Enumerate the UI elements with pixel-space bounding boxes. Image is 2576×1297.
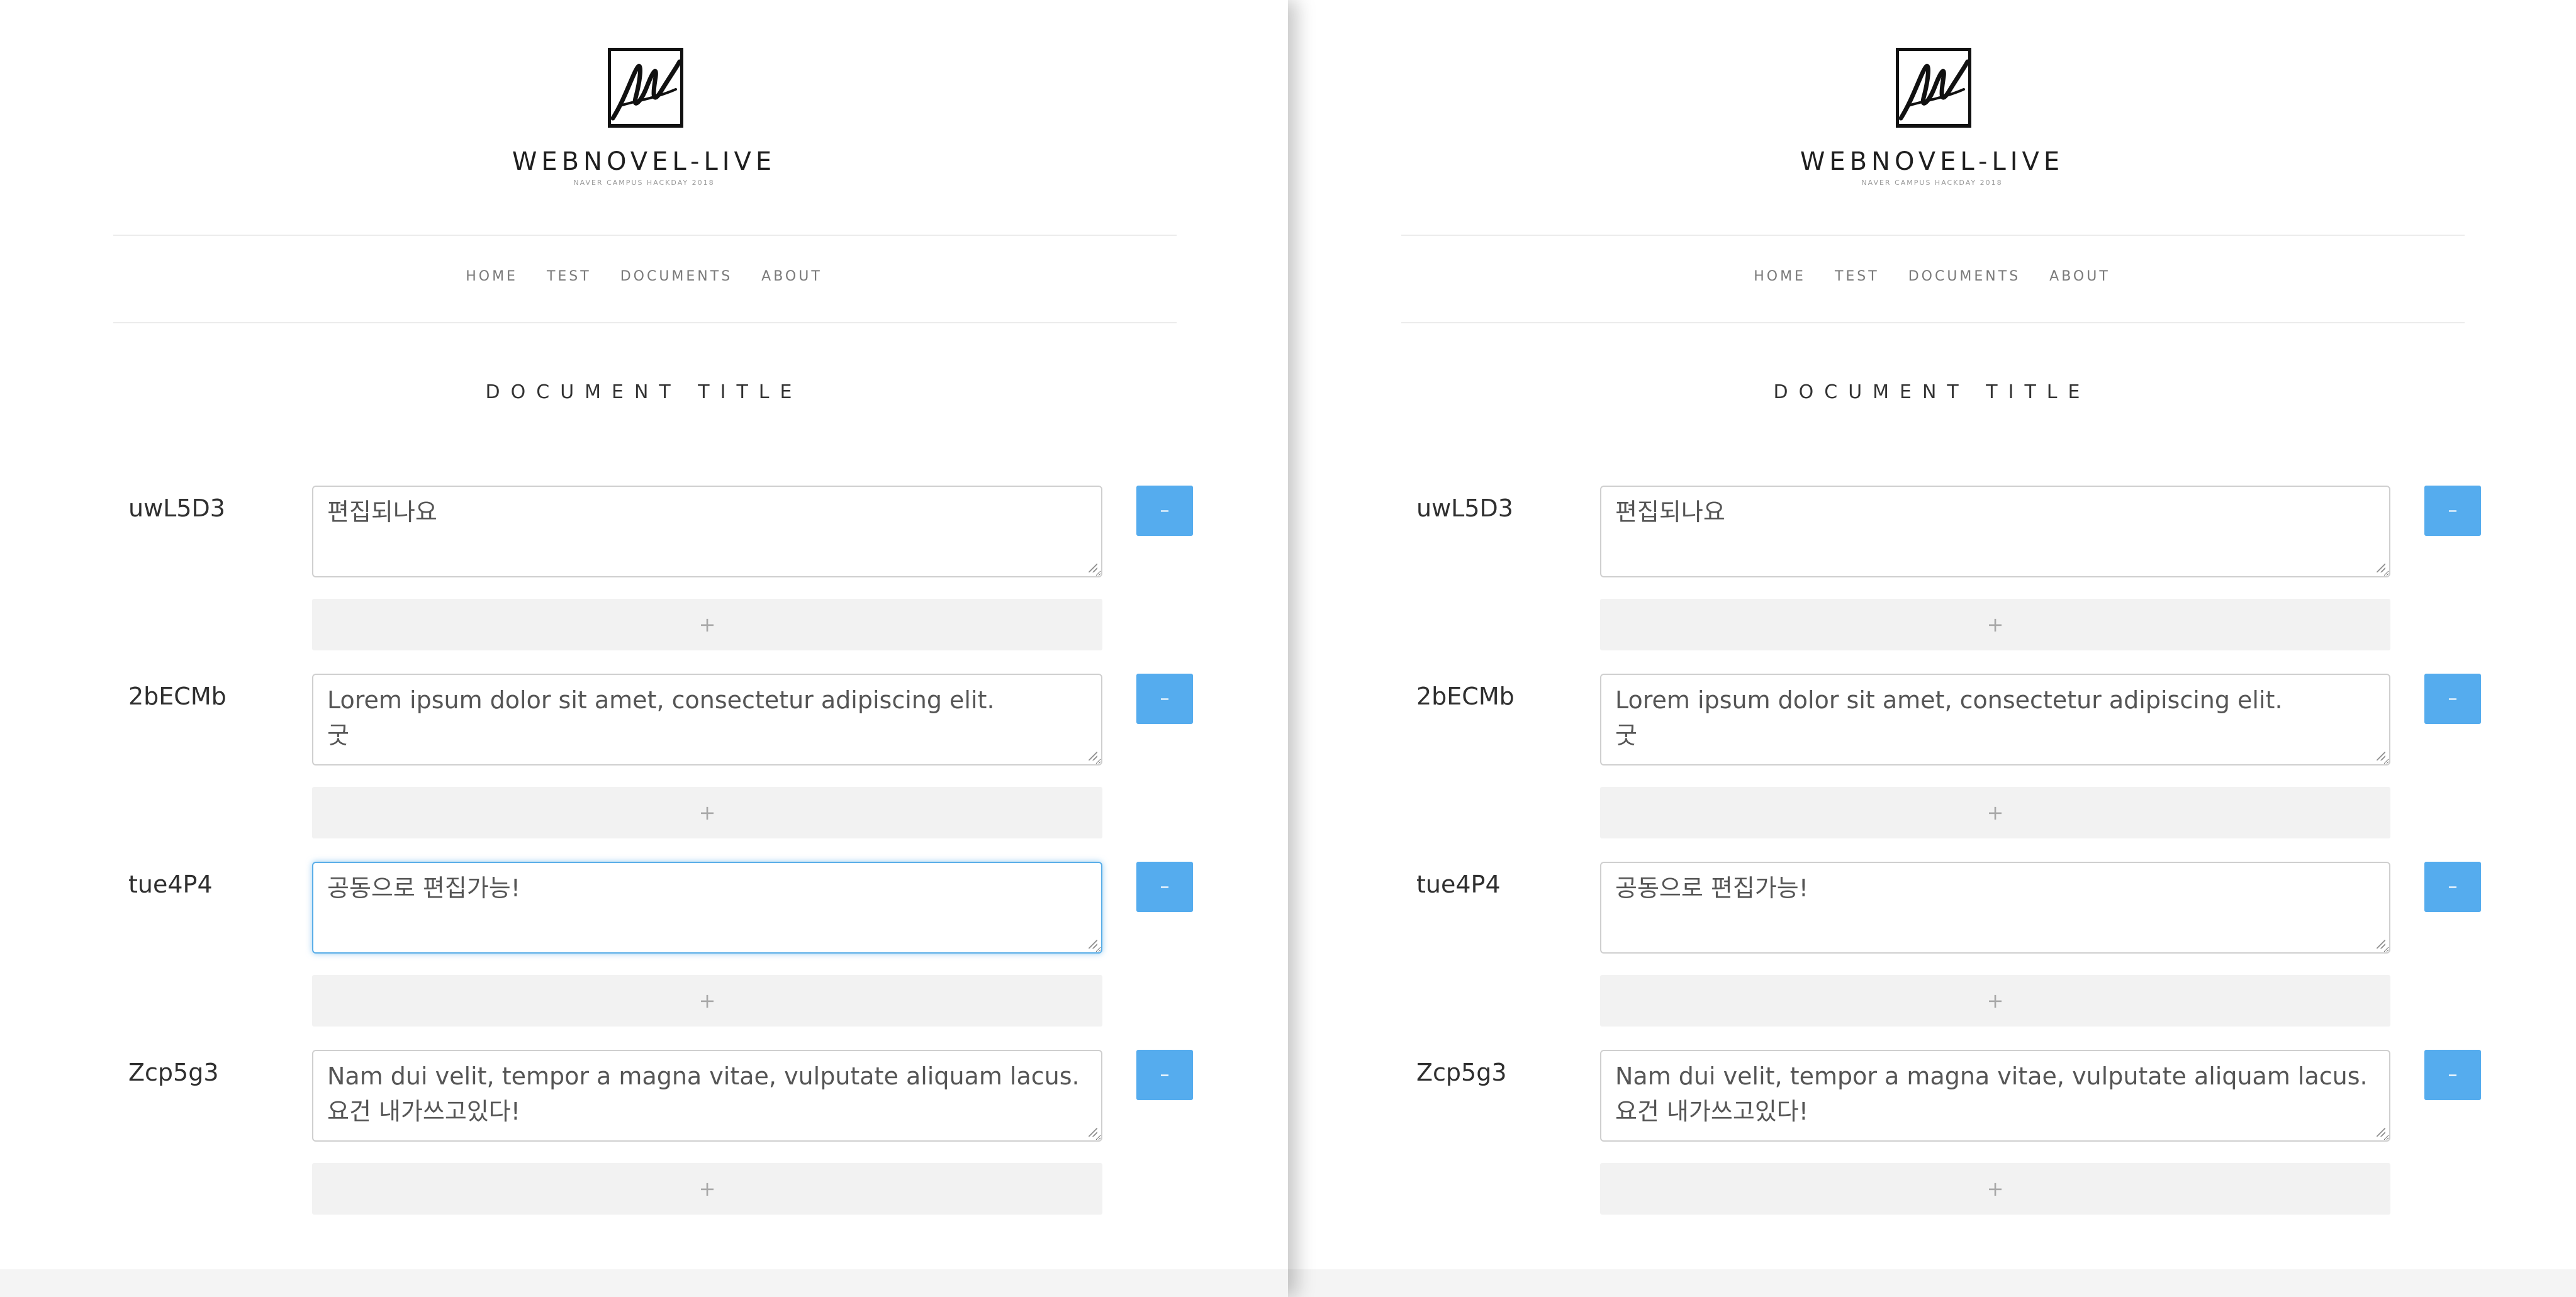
footer bbox=[1288, 1269, 2576, 1297]
add-paragraph-button[interactable]: + bbox=[1600, 975, 2390, 1027]
resize-grip-icon[interactable] bbox=[1089, 564, 1097, 572]
header-divider bbox=[1401, 235, 2465, 236]
resize-grip-icon[interactable] bbox=[2377, 940, 2385, 949]
paragraph-row: tue4P4 공동으로 편집가능! – bbox=[0, 862, 1288, 954]
paragraph-textarea[interactable]: Nam dui velit, tempor a magna vitae, vul… bbox=[312, 1050, 1102, 1142]
add-paragraph-button[interactable]: + bbox=[312, 599, 1102, 650]
add-paragraph-button[interactable]: + bbox=[1600, 1163, 2390, 1215]
paragraph-row: Zcp5g3 Nam dui velit, tempor a magna vit… bbox=[1288, 1050, 2576, 1142]
paragraph-textarea[interactable]: 편집되나요 bbox=[312, 486, 1102, 577]
paragraph-id: uwL5D3 bbox=[128, 494, 225, 522]
nav-test[interactable]: TEST bbox=[1835, 269, 1879, 284]
add-paragraph-button[interactable]: + bbox=[312, 787, 1102, 838]
paragraph-id: tue4P4 bbox=[1416, 871, 1501, 898]
paragraph-row: Zcp5g3 Nam dui velit, tempor a magna vit… bbox=[0, 1050, 1288, 1142]
right-editor-window: WEBNOVEL-LIVE NAVER CAMPUS HACKDAY 2018 … bbox=[1288, 0, 2576, 1297]
paragraph-textarea-focused[interactable]: 공동으로 편집가능! bbox=[312, 862, 1102, 954]
paragraph-id: uwL5D3 bbox=[1416, 494, 1513, 522]
remove-paragraph-button[interactable]: – bbox=[2424, 1050, 2481, 1100]
paragraph-textarea[interactable]: Lorem ipsum dolor sit amet, consectetur … bbox=[312, 674, 1102, 765]
webnovel-logo-icon bbox=[1896, 48, 1971, 128]
left-editor-window: WEBNOVEL-LIVE NAVER CAMPUS HACKDAY 2018 … bbox=[0, 0, 1288, 1297]
webnovel-logo-icon bbox=[608, 48, 683, 128]
add-paragraph-button[interactable]: + bbox=[312, 1163, 1102, 1215]
nav-home[interactable]: HOME bbox=[466, 269, 518, 284]
resize-grip-icon[interactable] bbox=[1089, 1128, 1097, 1137]
footer bbox=[0, 1269, 1288, 1297]
nav-home[interactable]: HOME bbox=[1754, 269, 1806, 284]
remove-paragraph-button[interactable]: – bbox=[1136, 862, 1193, 912]
paragraph-textarea[interactable]: 편집되나요 bbox=[1600, 486, 2390, 577]
remove-paragraph-button[interactable]: – bbox=[2424, 486, 2481, 536]
paragraph-id: Zcp5g3 bbox=[128, 1059, 219, 1086]
remove-paragraph-button[interactable]: – bbox=[1136, 674, 1193, 724]
add-paragraph-button[interactable]: + bbox=[1600, 787, 2390, 838]
remove-paragraph-button[interactable]: – bbox=[2424, 674, 2481, 724]
dual-browser-view: WEBNOVEL-LIVE NAVER CAMPUS HACKDAY 2018 … bbox=[0, 0, 2576, 1297]
nav-about[interactable]: ABOUT bbox=[2049, 269, 2110, 284]
nav-divider bbox=[113, 322, 1177, 323]
site-subtitle: NAVER CAMPUS HACKDAY 2018 bbox=[1861, 179, 2003, 187]
resize-grip-icon[interactable] bbox=[1089, 940, 1097, 949]
paragraph-id: 2bECMb bbox=[128, 682, 227, 710]
add-paragraph-button[interactable]: + bbox=[312, 975, 1102, 1027]
paragraph-row: uwL5D3 편집되나요 – bbox=[0, 486, 1288, 577]
remove-paragraph-button[interactable]: – bbox=[1136, 486, 1193, 536]
main-nav: HOME TEST DOCUMENTS ABOUT bbox=[1288, 269, 2576, 284]
nav-divider bbox=[1401, 322, 2465, 323]
resize-grip-icon[interactable] bbox=[2377, 564, 2385, 572]
paragraph-row: tue4P4 공동으로 편집가능! – bbox=[1288, 862, 2576, 954]
site-title[interactable]: WEBNOVEL-LIVE bbox=[0, 147, 1288, 176]
paragraph-id: Zcp5g3 bbox=[1416, 1059, 1507, 1086]
resize-grip-icon[interactable] bbox=[2377, 1128, 2385, 1137]
site-subtitle: NAVER CAMPUS HACKDAY 2018 bbox=[573, 179, 715, 187]
remove-paragraph-button[interactable]: – bbox=[2424, 862, 2481, 912]
nav-documents[interactable]: DOCUMENTS bbox=[620, 269, 732, 284]
nav-about[interactable]: ABOUT bbox=[761, 269, 822, 284]
main-nav: HOME TEST DOCUMENTS ABOUT bbox=[0, 269, 1288, 284]
paragraph-id: 2bECMb bbox=[1416, 682, 1515, 710]
paragraph-textarea[interactable]: 공동으로 편집가능! bbox=[1600, 862, 2390, 954]
paragraph-row: 2bECMb Lorem ipsum dolor sit amet, conse… bbox=[0, 674, 1288, 765]
add-paragraph-button[interactable]: + bbox=[1600, 599, 2390, 650]
resize-grip-icon[interactable] bbox=[2377, 752, 2385, 760]
paragraph-textarea[interactable]: Nam dui velit, tempor a magna vitae, vul… bbox=[1600, 1050, 2390, 1142]
header-divider bbox=[113, 235, 1177, 236]
document-title: DOCUMENT TITLE bbox=[1773, 381, 2091, 403]
document-title: DOCUMENT TITLE bbox=[485, 381, 803, 403]
resize-grip-icon[interactable] bbox=[1089, 752, 1097, 760]
paragraph-id: tue4P4 bbox=[128, 871, 213, 898]
site-title[interactable]: WEBNOVEL-LIVE bbox=[1288, 147, 2576, 176]
paragraph-row: 2bECMb Lorem ipsum dolor sit amet, conse… bbox=[1288, 674, 2576, 765]
remove-paragraph-button[interactable]: – bbox=[1136, 1050, 1193, 1100]
paragraph-textarea[interactable]: Lorem ipsum dolor sit amet, consectetur … bbox=[1600, 674, 2390, 765]
nav-documents[interactable]: DOCUMENTS bbox=[1908, 269, 2020, 284]
nav-test[interactable]: TEST bbox=[547, 269, 591, 284]
paragraph-row: uwL5D3 편집되나요 – bbox=[1288, 486, 2576, 577]
